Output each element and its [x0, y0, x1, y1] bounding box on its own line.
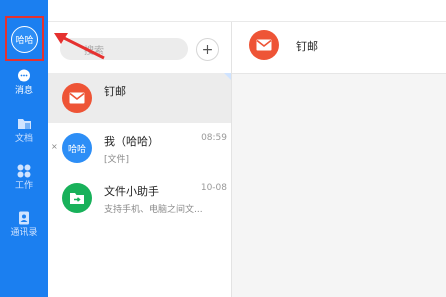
pin-corner-marker	[224, 73, 231, 80]
nav-item-work[interactable]: 工作	[0, 163, 48, 192]
mail-icon	[249, 30, 279, 60]
contacts-icon	[16, 210, 32, 226]
chat-body	[232, 74, 446, 297]
list-item-name: 我（哈哈）	[104, 135, 159, 148]
conversation-list: 搜索 + 钉邮 × 哈哈 我（哈哈） 08:59 [文件] 文件小助手 10-0…	[48, 22, 232, 297]
folder-icon	[16, 116, 32, 132]
file-transfer-icon	[62, 183, 92, 213]
list-item[interactable]: 文件小助手 10-08 支持手机、电脑之间文...	[48, 173, 231, 223]
grid-icon	[16, 163, 32, 179]
user-avatar[interactable]: 哈哈	[11, 26, 38, 53]
list-item-name: 钉邮	[104, 85, 126, 98]
nav-label: 工作	[14, 181, 33, 191]
list-item-name: 文件小助手	[104, 185, 159, 198]
list-item-time: 10-08	[200, 183, 227, 193]
add-button[interactable]: +	[196, 38, 219, 61]
avatar: 哈哈	[62, 133, 92, 163]
nav-item-docs[interactable]: 文档	[0, 116, 48, 145]
chat-header: 钉邮	[232, 22, 446, 74]
nav-item-messages[interactable]: 消息	[0, 68, 48, 97]
list-item[interactable]: 钉邮	[48, 73, 231, 123]
chat-bubble-icon	[16, 68, 32, 84]
left-nav: 哈哈 消息 文档 工作 通讯录	[0, 0, 48, 297]
nav-label: 消息	[14, 86, 33, 96]
nav-item-contacts[interactable]: 通讯录	[0, 210, 48, 239]
nav-label: 文档	[14, 134, 33, 144]
list-item[interactable]: × 哈哈 我（哈哈） 08:59 [文件]	[48, 123, 231, 173]
list-item-preview: [文件]	[104, 155, 130, 165]
top-bar	[48, 0, 446, 22]
red-arrow-icon	[54, 33, 105, 60]
mail-icon	[62, 83, 92, 113]
app-window: 哈哈 消息 文档 工作 通讯录 搜索 + 钉邮 × 哈哈 我（哈哈） 08:59…	[0, 0, 446, 297]
chat-title: 钉邮	[296, 40, 318, 53]
nav-label: 通讯录	[10, 228, 38, 238]
list-item-preview: 支持手机、电脑之间文...	[104, 205, 203, 215]
list-item-time: 08:59	[201, 133, 227, 143]
close-icon[interactable]: ×	[51, 142, 58, 151]
avatar-highlight-box: 哈哈	[5, 16, 44, 61]
